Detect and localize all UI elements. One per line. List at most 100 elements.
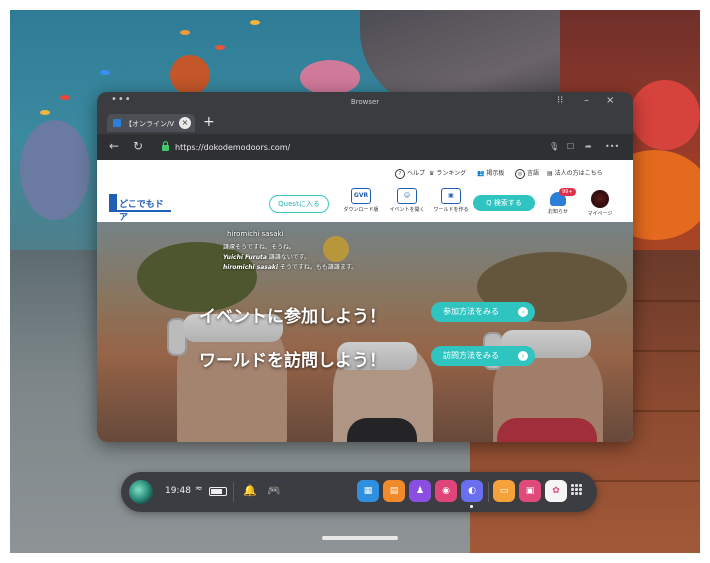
system-taskbar: 19:48 ≈ 🔔 🎮 ▦ ▤ ♟ ◉ ◐ ▭ ▣ ✿ bbox=[121, 472, 597, 512]
site-header: どこでもドア Questに入る GVR ダウンロード版 ☺ イベントを開く ▣ … bbox=[97, 184, 633, 223]
tab-title: 【オンライン/V bbox=[125, 120, 175, 128]
open-event-label: イベントを開く bbox=[389, 207, 425, 213]
caption-line: 謙慮そうですね。そうね。 bbox=[223, 244, 296, 251]
notification-bell-icon[interactable]: 🔔 bbox=[243, 484, 257, 497]
utility-bar: ? ヘルプ ♛ ランキング 👥 掲示板 ◎ 言語 ▤ 法人の方はこちら bbox=[97, 160, 633, 185]
window-title: Browser bbox=[350, 98, 380, 106]
reload-button[interactable]: ↻ bbox=[133, 139, 143, 153]
caption-line: hiromichi sasaki そうですね。もも謙謙ます。 bbox=[223, 262, 357, 271]
caption-line: hiromichi sasaki bbox=[227, 230, 284, 238]
vr-download-icon: GVR bbox=[351, 188, 371, 204]
globe-icon: ◎ bbox=[515, 168, 525, 179]
caption-speaker: hiromichi sasaki bbox=[223, 264, 278, 271]
help-label: ヘルプ bbox=[407, 170, 426, 177]
home-indicator[interactable] bbox=[322, 536, 398, 540]
hero-overlay bbox=[97, 222, 633, 442]
lock-icon bbox=[162, 141, 169, 151]
notifications-label: お知らせ bbox=[548, 209, 568, 215]
app-camera-icon[interactable]: ◉ bbox=[435, 480, 457, 502]
wifi-icon[interactable]: ≈ bbox=[195, 484, 203, 494]
battery-icon[interactable] bbox=[209, 487, 227, 496]
fish bbox=[60, 95, 70, 100]
quest-enter-button[interactable]: Questに入る bbox=[269, 195, 329, 213]
app-shopping-icon[interactable]: ▤ bbox=[383, 480, 405, 502]
fish bbox=[40, 110, 50, 115]
close-window-button[interactable]: × bbox=[606, 95, 614, 106]
caption-speaker: Yuichi Furuta bbox=[223, 254, 267, 261]
new-tab-button[interactable]: + bbox=[203, 114, 215, 130]
visit-world-button[interactable]: 訪問方法をみる › bbox=[431, 346, 535, 366]
address-bar[interactable]: https://dokodemodoors.com/ bbox=[175, 143, 290, 152]
event-icon: ☺ bbox=[397, 188, 417, 204]
app-store-icon[interactable]: ▦ bbox=[357, 480, 379, 502]
bookmark-icon[interactable]: ☐ bbox=[567, 142, 574, 151]
notifications-link[interactable]: 99+ お知らせ bbox=[543, 188, 576, 215]
coral bbox=[20, 120, 90, 220]
users-icon: 👥 bbox=[477, 170, 485, 177]
fish bbox=[250, 20, 260, 25]
coral bbox=[170, 55, 210, 95]
controller-icon[interactable]: 🎮 bbox=[267, 484, 281, 497]
app-people-icon[interactable]: ♟ bbox=[409, 480, 431, 502]
visit-world-button-label: 訪問方法をみる bbox=[443, 351, 499, 360]
coral bbox=[630, 80, 700, 150]
create-world-link[interactable]: ▣ ワールドを作る bbox=[427, 188, 475, 213]
help-link[interactable]: ? ヘルプ bbox=[395, 168, 425, 179]
language-link[interactable]: ◎ 言語 bbox=[515, 168, 539, 179]
close-tab-icon[interactable]: × bbox=[179, 117, 191, 129]
logo-underline bbox=[117, 210, 171, 212]
help-icon: ? bbox=[395, 168, 405, 179]
app-gallery-icon[interactable]: ✿ bbox=[545, 480, 567, 502]
app-orange-icon[interactable]: ▭ bbox=[493, 480, 515, 502]
caption-line: Yuichi Furuta 謙謙ないです。 bbox=[223, 252, 310, 261]
minimize-button[interactable]: – bbox=[584, 95, 589, 106]
navigation-bar: ← ↻ https://dokodemodoors.com/ 🎙 ☐ ➦ ••• bbox=[97, 134, 633, 160]
app-library-icon[interactable] bbox=[571, 484, 583, 496]
notification-badge: 99+ bbox=[559, 188, 576, 196]
board-link[interactable]: 👥 掲示板 bbox=[477, 168, 504, 177]
fish bbox=[180, 30, 190, 35]
share-icon[interactable]: ➦ bbox=[585, 142, 592, 151]
avatar bbox=[591, 190, 609, 208]
open-event-link[interactable]: ☺ イベントを開く bbox=[383, 188, 431, 213]
join-event-heading: イベントに参加しよう！ bbox=[199, 307, 386, 327]
create-world-label: ワールドを作る bbox=[433, 207, 469, 213]
download-label: ダウンロード版 bbox=[343, 207, 379, 213]
ranking-link[interactable]: ♛ ランキング bbox=[429, 168, 466, 177]
arrow-right-icon: › bbox=[518, 351, 528, 361]
active-app-indicator bbox=[470, 505, 473, 508]
favicon-icon bbox=[113, 119, 121, 127]
mypage-label: マイページ bbox=[587, 211, 613, 217]
app-tv-icon[interactable]: ▣ bbox=[519, 480, 541, 502]
caption-text: そうですね。もも謙謙ます。 bbox=[279, 264, 358, 271]
app-browser-icon[interactable]: ◐ bbox=[461, 480, 483, 502]
caption-text: 謙謙ないです。 bbox=[268, 254, 311, 261]
search-button[interactable]: Q 検索する bbox=[473, 195, 535, 211]
coral bbox=[300, 60, 360, 95]
corporate-label: 法人の方はこちら bbox=[554, 170, 603, 177]
download-link[interactable]: GVR ダウンロード版 bbox=[337, 188, 385, 213]
mypage-link[interactable]: マイページ bbox=[583, 188, 617, 217]
tab-strip: 【オンライン/V × + bbox=[97, 112, 633, 134]
web-page: ? ヘルプ ♛ ランキング 👥 掲示板 ◎ 言語 ▤ 法人の方はこちら どこでも… bbox=[97, 160, 633, 442]
door-icon bbox=[109, 194, 117, 212]
join-event-button-label: 参加方法をみる bbox=[443, 307, 499, 316]
board-label: 掲示板 bbox=[486, 170, 505, 177]
more-icon[interactable]: ••• bbox=[605, 142, 619, 151]
window-grip-icon[interactable]: ⁝⁝ bbox=[557, 95, 563, 106]
browser-window: ••• Browser ⁝⁝ – × 【オンライン/V × + ← ↻ http… bbox=[97, 92, 633, 442]
user-avatar[interactable] bbox=[129, 480, 153, 504]
join-event-button[interactable]: 参加方法をみる › bbox=[431, 302, 535, 322]
window-title-bar[interactable]: ••• Browser ⁝⁝ – × bbox=[97, 92, 633, 112]
clock[interactable]: 19:48 bbox=[165, 486, 191, 496]
browser-tab[interactable]: 【オンライン/V × bbox=[107, 114, 195, 132]
fish bbox=[215, 45, 225, 50]
corporate-link[interactable]: ▤ 法人の方はこちら bbox=[547, 168, 603, 177]
world-icon: ▣ bbox=[441, 188, 461, 204]
site-logo[interactable]: どこでもドア bbox=[109, 194, 171, 223]
building-icon: ▤ bbox=[547, 170, 553, 177]
divider bbox=[233, 482, 234, 502]
back-button[interactable]: ← bbox=[109, 139, 119, 153]
hero-banner: hiromichi sasaki 謙慮そうですね。そうね。 Yuichi Fur… bbox=[97, 222, 633, 442]
mic-icon[interactable]: 🎙 bbox=[549, 142, 559, 151]
